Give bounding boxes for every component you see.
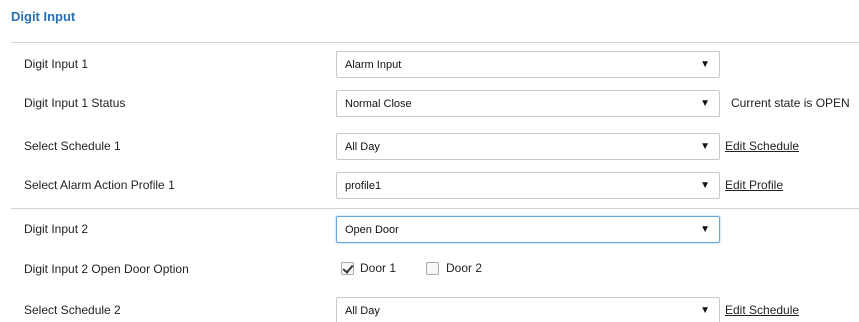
row-label: Select Alarm Action Profile 1 <box>24 178 175 192</box>
door-2-checkbox[interactable] <box>426 262 439 275</box>
digit-input-settings-page: Digit Input Digit Input 1 Alarm Input ▼ … <box>0 0 859 322</box>
door-1-checkbox[interactable] <box>341 262 354 275</box>
select-value: All Day <box>345 305 380 317</box>
dropdown-arrow-icon: ▼ <box>700 305 710 316</box>
select-value: profile1 <box>345 180 382 192</box>
dropdown-arrow-icon: ▼ <box>700 98 710 109</box>
current-state-text: Current state is OPEN <box>731 96 850 110</box>
row-digit-input-1-status: Digit Input 1 Status Normal Close ▼ Curr… <box>0 90 859 118</box>
dropdown-arrow-icon: ▼ <box>700 180 710 191</box>
row-label: Digit Input 2 <box>24 222 89 236</box>
section-divider <box>11 42 859 43</box>
select-value: Normal Close <box>345 98 412 110</box>
schedule-1-select[interactable]: All Day ▼ <box>336 133 720 160</box>
dropdown-arrow-icon: ▼ <box>700 59 710 70</box>
schedule-2-select[interactable]: All Day ▼ <box>336 297 720 322</box>
row-label: Select Schedule 2 <box>24 303 121 317</box>
group-divider <box>11 208 859 209</box>
section-title: Digit Input <box>11 9 76 24</box>
select-value: All Day <box>345 141 380 153</box>
select-value: Open Door <box>345 224 399 236</box>
row-digit-input-2: Digit Input 2 Open Door ▼ <box>0 216 859 244</box>
edit-schedule-2-link[interactable]: Edit Schedule <box>725 303 799 317</box>
edit-profile-link[interactable]: Edit Profile <box>725 178 783 192</box>
row-label: Select Schedule 1 <box>24 139 121 153</box>
digit-input-1-select[interactable]: Alarm Input ▼ <box>336 51 720 78</box>
row-digit-input-1: Digit Input 1 Alarm Input ▼ <box>0 51 859 79</box>
row-label: Digit Input 1 <box>24 57 89 71</box>
door-2-label: Door 2 <box>446 261 483 275</box>
digit-input-1-status-select[interactable]: Normal Close ▼ <box>336 90 720 117</box>
edit-schedule-1-link[interactable]: Edit Schedule <box>725 139 799 153</box>
door-1-label: Door 1 <box>360 261 397 275</box>
row-alarm-action-profile-1: Select Alarm Action Profile 1 profile1 ▼… <box>0 172 859 200</box>
row-label: Digit Input 2 Open Door Option <box>24 262 189 276</box>
dropdown-arrow-icon: ▼ <box>700 224 710 235</box>
row-label: Digit Input 1 Status <box>24 96 126 110</box>
row-select-schedule-1: Select Schedule 1 All Day ▼ Edit Schedul… <box>0 133 859 161</box>
row-select-schedule-2: Select Schedule 2 All Day ▼ Edit Schedul… <box>0 297 859 322</box>
select-value: Alarm Input <box>345 59 402 71</box>
row-open-door-option: Digit Input 2 Open Door Option Door 1 Do… <box>0 256 859 284</box>
dropdown-arrow-icon: ▼ <box>700 141 710 152</box>
digit-input-2-select[interactable]: Open Door ▼ <box>336 216 720 243</box>
alarm-action-profile-1-select[interactable]: profile1 ▼ <box>336 172 720 199</box>
